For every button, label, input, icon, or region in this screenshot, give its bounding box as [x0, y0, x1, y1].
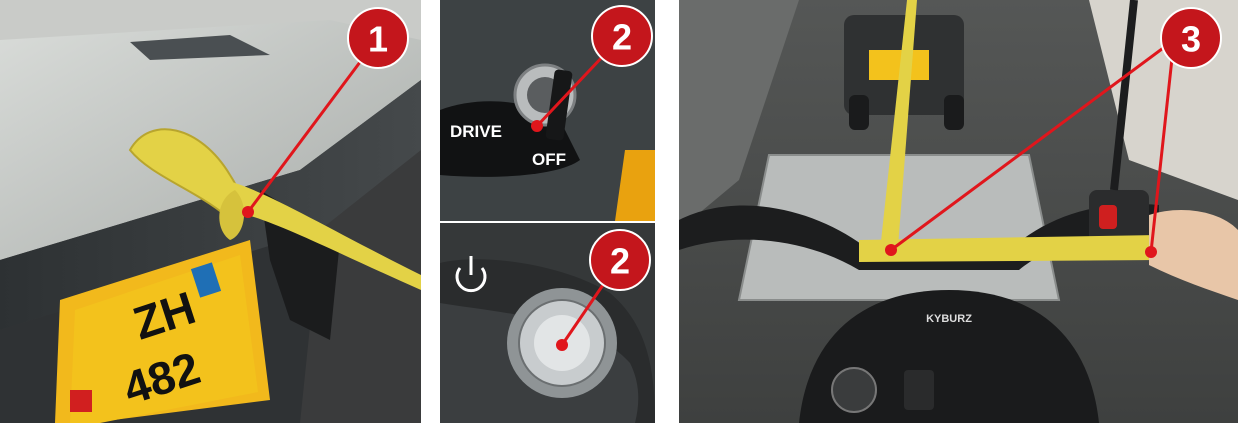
photo-panel-towing: KYBURZ 3: [679, 0, 1238, 423]
swiss-flag: [70, 390, 92, 412]
callout-dot-3a: [885, 244, 897, 256]
photo-panel-key-switch: DRIVE OFF 2: [440, 0, 655, 221]
brand-label: KYBURZ: [926, 313, 972, 325]
callout-dot-2a: [531, 120, 543, 132]
photo-panel-strap-knot: ZH 482 1: [0, 0, 421, 423]
speedometer-gauge: [831, 367, 877, 413]
towing-photo: KYBURZ 3: [679, 0, 1238, 423]
drive-label: DRIVE: [450, 122, 502, 141]
marker-2a-number: 2: [612, 17, 632, 58]
callout-dot-1: [242, 206, 254, 218]
key-switch-photo: DRIVE OFF 2: [440, 0, 655, 221]
callout-dot-3b: [1145, 246, 1157, 258]
marker-2b-number: 2: [610, 241, 630, 282]
off-label: OFF: [532, 150, 566, 169]
strap-knot-photo: ZH 482 1: [0, 0, 421, 423]
marker-1-number: 1: [368, 19, 388, 60]
power-button-photo: 2: [440, 223, 655, 423]
marker-3-number: 3: [1181, 19, 1201, 60]
photo-panel-power-button: 2: [440, 223, 655, 423]
